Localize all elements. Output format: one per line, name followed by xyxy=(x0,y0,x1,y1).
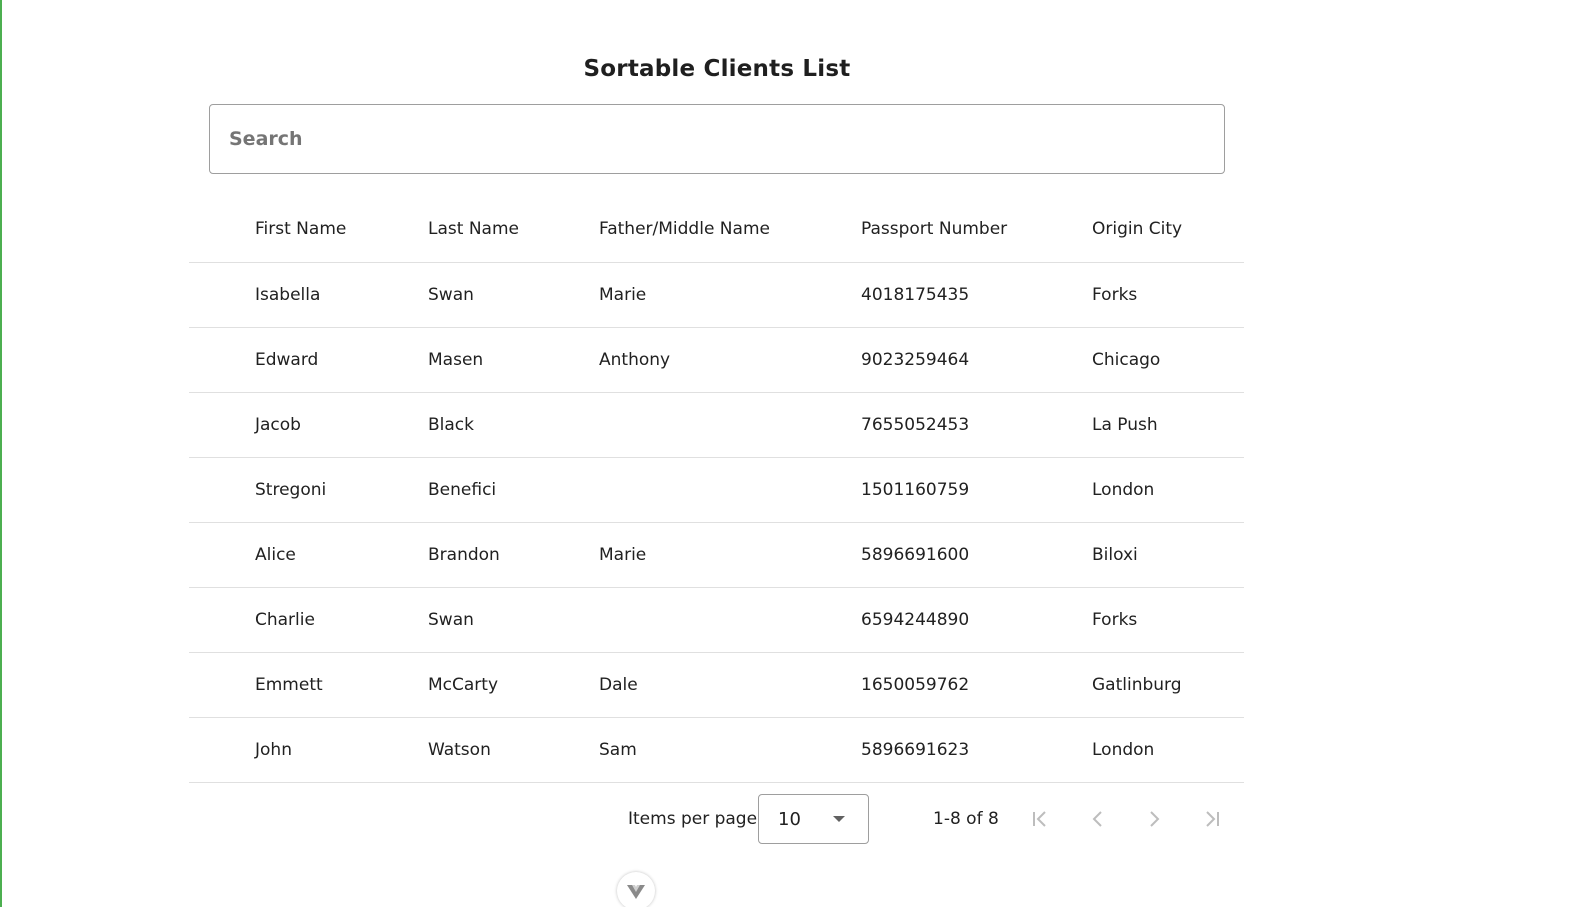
origin-city-cell: Gatlinburg xyxy=(1092,675,1182,695)
origin-city-cell: London xyxy=(1092,740,1155,760)
last-name-cell: Watson xyxy=(428,740,491,760)
table-row: Alice Brandon Marie 5896691600 Biloxi xyxy=(189,523,1244,588)
first-page-icon xyxy=(1033,811,1046,827)
passport-number-cell: 9023259464 xyxy=(861,350,970,370)
first-name-cell: Alice xyxy=(255,545,296,565)
origin-city-cell: Biloxi xyxy=(1092,545,1138,565)
chevron-right-icon xyxy=(1150,811,1160,827)
origin-city-cell: Forks xyxy=(1092,610,1138,630)
last-name-cell: Brandon xyxy=(428,545,500,565)
origin-city-cell: London xyxy=(1092,480,1155,500)
passport-number-cell: 1501160759 xyxy=(861,480,970,500)
last-page-button[interactable] xyxy=(1191,799,1231,839)
last-page-icon xyxy=(1206,811,1219,827)
origin-city-cell: La Push xyxy=(1092,415,1158,435)
page: Sortable Clients List First Name Last Na… xyxy=(0,0,1579,907)
first-name-cell: Emmett xyxy=(255,675,323,695)
table-header-row: First Name Last Name Father/Middle Name … xyxy=(189,196,1244,263)
table-row: John Watson Sam 5896691623 London xyxy=(189,718,1244,783)
first-name-cell: Edward xyxy=(255,350,319,370)
passport-number-cell: 5896691600 xyxy=(861,545,970,565)
items-per-page-value: 10 xyxy=(778,808,801,830)
first-name-cell: John xyxy=(255,740,292,760)
middle-name-cell: Marie xyxy=(599,285,647,305)
page-title: Sortable Clients List xyxy=(583,56,851,82)
last-name-cell: Swan xyxy=(428,610,474,630)
first-name-cell: Isabella xyxy=(255,285,321,305)
passport-number-cell: 6594244890 xyxy=(861,610,970,630)
column-header-first-name[interactable]: First Name xyxy=(255,196,346,262)
search-field[interactable] xyxy=(209,104,1225,174)
next-page-button[interactable] xyxy=(1134,799,1174,839)
middle-name-cell: Sam xyxy=(599,740,637,760)
first-name-cell: Stregoni xyxy=(255,480,327,500)
table-row: Stregoni Benefici 1501160759 London xyxy=(189,458,1244,523)
chevron-left-icon xyxy=(1092,811,1102,827)
items-per-page-label: Items per page: xyxy=(628,809,763,829)
previous-page-button[interactable] xyxy=(1078,799,1118,839)
last-name-cell: Masen xyxy=(428,350,484,370)
passport-number-cell: 7655052453 xyxy=(861,415,970,435)
window-edge xyxy=(0,0,2,907)
passport-number-cell: 5896691623 xyxy=(861,740,970,760)
last-name-cell: Black xyxy=(428,415,474,435)
last-name-cell: McCarty xyxy=(428,675,499,695)
origin-city-cell: Chicago xyxy=(1092,350,1161,370)
dropdown-arrow-icon xyxy=(833,816,845,822)
last-name-cell: Swan xyxy=(428,285,474,305)
passport-number-cell: 1650059762 xyxy=(861,675,970,695)
middle-name-cell: Anthony xyxy=(599,350,671,370)
vue-logo-icon xyxy=(627,885,645,899)
first-name-cell: Charlie xyxy=(255,610,315,630)
vue-devtools-button[interactable] xyxy=(617,872,655,907)
passport-number-cell: 4018175435 xyxy=(861,285,970,305)
first-page-button[interactable] xyxy=(1021,799,1061,839)
items-per-page-select[interactable]: 10 xyxy=(758,794,869,844)
middle-name-cell: Marie xyxy=(599,545,647,565)
table-row: Emmett McCarty Dale 1650059762 Gatlinbur… xyxy=(189,653,1244,718)
table-row: Jacob Black 7655052453 La Push xyxy=(189,393,1244,458)
column-header-last-name[interactable]: Last Name xyxy=(428,196,519,262)
last-name-cell: Benefici xyxy=(428,480,497,500)
origin-city-cell: Forks xyxy=(1092,285,1138,305)
table-row: Charlie Swan 6594244890 Forks xyxy=(189,588,1244,653)
page-range-label: 1-8 of 8 xyxy=(933,809,999,829)
table-row: Edward Masen Anthony 9023259464 Chicago xyxy=(189,328,1244,393)
column-header-origin-city[interactable]: Origin City xyxy=(1092,196,1182,262)
table-row: Isabella Swan Marie 4018175435 Forks xyxy=(189,263,1244,328)
search-input[interactable] xyxy=(210,105,1189,173)
column-header-passport-number[interactable]: Passport Number xyxy=(861,196,1007,262)
column-header-middle-name[interactable]: Father/Middle Name xyxy=(599,196,770,262)
first-name-cell: Jacob xyxy=(255,415,301,435)
middle-name-cell: Dale xyxy=(599,675,638,695)
clients-table: First Name Last Name Father/Middle Name … xyxy=(189,196,1244,783)
paginator: Items per page: 10 1-8 of 8 xyxy=(0,793,1579,845)
